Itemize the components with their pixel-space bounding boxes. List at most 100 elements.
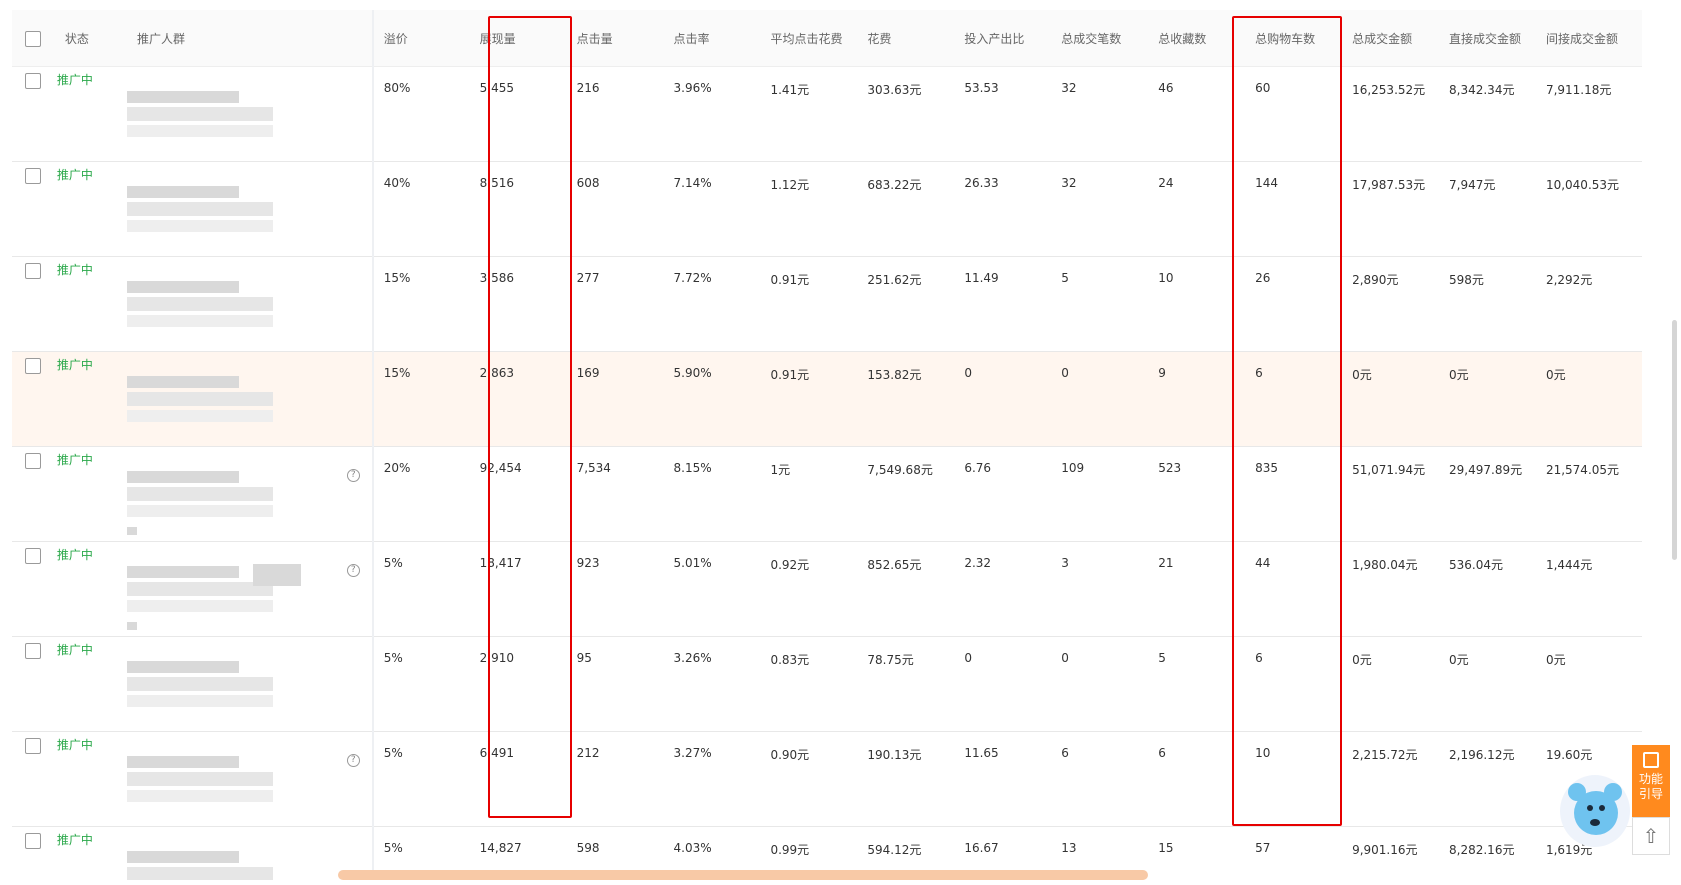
cell-favorites: 523 (1158, 461, 1182, 475)
cell-direct-amount: 2,196.12元 (1449, 748, 1515, 762)
cell-roi: 26.33 (964, 176, 999, 190)
row-checkbox[interactable] (25, 263, 41, 279)
cell-roi: 0 (964, 651, 972, 665)
column-header-ctr[interactable]: 点击率 (664, 30, 710, 47)
column-header-status[interactable]: 状态 (55, 30, 89, 47)
column-header-direct-amount[interactable]: 直接成交金额 (1439, 30, 1521, 47)
cell-indirect-amount: 1,444元 (1545, 558, 1593, 572)
cell-clicks: 923 (576, 556, 600, 570)
cell-clicks: 277 (576, 271, 600, 285)
row-checkbox[interactable] (25, 738, 41, 754)
cell-spend: 190.13元 (867, 748, 922, 762)
cell-orders: 6 (1061, 746, 1069, 760)
column-header-premium[interactable]: 溢价 (374, 30, 408, 47)
cell-premium: 40% (383, 176, 411, 190)
cell-cpc: 1.41元 (770, 83, 810, 97)
cell-orders: 5 (1061, 271, 1069, 285)
cell-favorites: 9 (1158, 366, 1166, 380)
cell-direct-amount: 29,497.89元 (1449, 463, 1523, 477)
cell-direct-amount: 598元 (1449, 273, 1484, 287)
cell-premium: 15% (383, 366, 411, 380)
cell-direct-amount: 7,947元 (1449, 178, 1496, 192)
cell-clicks: 95 (576, 651, 592, 665)
arrow-up-icon: ⇧ (1642, 824, 1660, 848)
table-row[interactable]: 推广中 15% 2,863 169 5.90% 0.91元 153.82元 0 0 9 6 0元 0元 0… (12, 351, 1642, 447)
column-header-spend[interactable]: 花费 (857, 30, 891, 47)
guide-label-2: 引导 (1638, 787, 1663, 801)
cell-direct-amount: 536.04元 (1449, 558, 1504, 572)
feature-guide-button[interactable]: 功能 引导 (1632, 745, 1670, 817)
row-checkbox[interactable] (25, 73, 41, 89)
column-header-orders[interactable]: 总成交笔数 (1051, 30, 1121, 47)
cell-clicks: 212 (576, 746, 600, 760)
row-checkbox[interactable] (25, 833, 41, 849)
cell-roi: 0 (964, 366, 972, 380)
cell-total-amount: 1,980.04元 (1352, 558, 1418, 572)
table-row[interactable]: 推广中 80% 5,455 216 3.96% 1.41元 303.63元 53.53 32 46… (12, 66, 1642, 162)
row-checkbox[interactable] (25, 643, 41, 659)
cell-ctr: 3.26% (673, 651, 712, 665)
cell-ctr: 7.72% (673, 271, 712, 285)
cell-ctr: 4.03% (673, 841, 712, 855)
table-row[interactable]: 推广中 40% 8,516 608 7.14% 1.12元 683.22元 26.33 32 24… (12, 161, 1642, 257)
cell-roi: 2.32 (964, 556, 992, 570)
table-row[interactable]: 推广中 5% 2,910 95 3.26% 0.83元 78.75元 0 0 5 6 0元 0元 0元 (12, 636, 1642, 732)
column-header-indirect-amount[interactable]: 间接成交金额 (1536, 30, 1618, 47)
row-checkbox[interactable] (25, 453, 41, 469)
table-row[interactable]: 推广中? 5% 6,491 212 3.27% 0.90元 190.13元 11.65 6 6 10… (12, 731, 1642, 827)
status-label: 推广中 (56, 643, 93, 657)
table-row[interactable]: 推广中? 5% 18,417 923 5.01% 0.92元 852.65元 2.32 3 21 4… (12, 541, 1642, 637)
cell-ctr: 5.90% (673, 366, 712, 380)
cell-orders: 32 (1061, 176, 1077, 190)
cell-favorites: 24 (1158, 176, 1174, 190)
guide-icon (1643, 752, 1659, 768)
cell-ctr: 3.27% (673, 746, 712, 760)
cell-indirect-amount: 0元 (1545, 368, 1566, 382)
column-header-total-amount[interactable]: 总成交金额 (1342, 30, 1412, 47)
select-all-checkbox[interactable] (25, 30, 41, 47)
row-checkbox[interactable] (25, 548, 41, 564)
back-to-top-button[interactable]: ⇧ (1632, 817, 1670, 855)
column-header-favorites[interactable]: 总收藏数 (1148, 30, 1206, 47)
vertical-scrollbar[interactable] (1672, 320, 1677, 560)
cell-indirect-amount: 2,292元 (1545, 273, 1593, 287)
cell-favorites: 6 (1158, 746, 1166, 760)
audience-table: 状态 推广人群 溢价 展现量 点击量 点击率 平均点击花费 花费 投入产出比 总… (12, 10, 1642, 880)
cell-spend: 594.12元 (867, 843, 922, 857)
cell-favorites: 21 (1158, 556, 1174, 570)
row-checkbox[interactable] (25, 168, 41, 184)
cell-roi: 6.76 (964, 461, 992, 475)
cell-total-amount: 0元 (1352, 368, 1372, 382)
cell-indirect-amount: 7,911.18元 (1545, 83, 1612, 97)
cell-spend: 303.63元 (867, 83, 922, 97)
mouse-mascot-icon[interactable] (1560, 775, 1630, 847)
cell-spend: 7,549.68元 (867, 463, 933, 477)
help-icon[interactable]: ? (346, 754, 360, 767)
cell-cpc: 0.92元 (770, 558, 810, 572)
column-header-roi[interactable]: 投入产出比 (954, 30, 1024, 47)
cell-spend: 78.75元 (867, 653, 914, 667)
column-header-cpc[interactable]: 平均点击花费 (760, 30, 842, 47)
column-header-audience[interactable]: 推广人群 (127, 30, 185, 47)
horizontal-scrollbar[interactable] (338, 870, 1148, 880)
cell-orders: 0 (1061, 651, 1069, 665)
audience-name-redacted (126, 752, 285, 808)
audience-name-redacted (126, 657, 285, 713)
table-row[interactable]: 推广中? 20% 92,454 7,534 8.15% 1元 7,549.68元 6.76 10… (12, 446, 1642, 542)
cell-spend: 153.82元 (867, 368, 922, 382)
cell-impressions: 14,827 (479, 841, 522, 855)
audience-name-redacted (126, 277, 285, 333)
status-label: 推广中 (56, 73, 93, 87)
table-row[interactable]: 推广中 15% 3,586 277 7.72% 0.91元 251.62元 11.49 5 10 2… (12, 256, 1642, 352)
cell-cpc: 0.91元 (770, 273, 810, 287)
row-checkbox[interactable] (25, 358, 41, 374)
cell-cpc: 1.12元 (770, 178, 810, 192)
cell-direct-amount: 8,342.34元 (1449, 83, 1515, 97)
help-icon[interactable]: ? (346, 469, 360, 482)
cell-favorites: 5 (1158, 651, 1166, 665)
cell-clicks: 169 (576, 366, 600, 380)
help-icon[interactable]: ? (346, 564, 360, 577)
column-header-clicks[interactable]: 点击量 (567, 30, 613, 47)
cell-roi: 16.67 (964, 841, 999, 855)
cell-favorites: 10 (1158, 271, 1174, 285)
